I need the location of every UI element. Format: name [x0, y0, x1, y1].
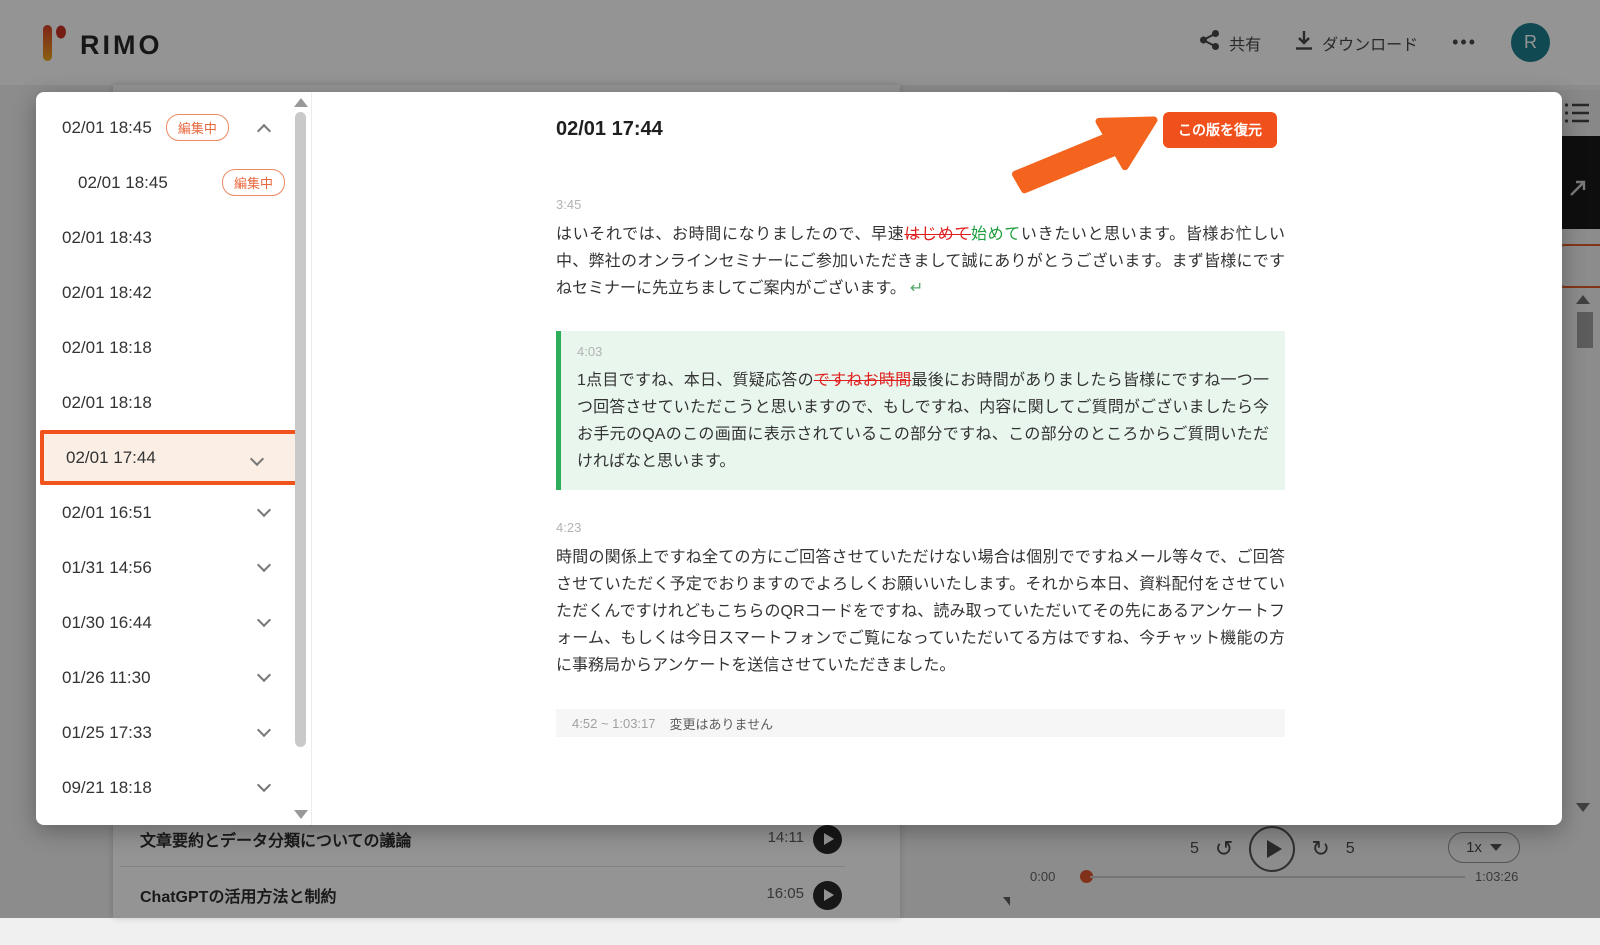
annotation-arrow-icon — [1012, 114, 1162, 199]
version-item-selected[interactable]: 02/01 17:44 — [40, 430, 300, 485]
chevron-down-icon[interactable] — [257, 503, 271, 517]
no-changes-bar: 4:52 ~ 1:03:17 変更はありません — [556, 709, 1285, 737]
return-mark-icon: ↵ — [910, 280, 923, 297]
version-preview: この版を復元 02/01 17:44 3:45 はいそれでは、お時間になりました… — [312, 92, 1562, 825]
version-time: 02/01 18:45 — [62, 118, 152, 138]
version-item[interactable]: 01/26 11:30 — [36, 650, 311, 705]
version-item[interactable]: 01/31 14:56 — [36, 540, 311, 595]
scrollbar-down-arrow[interactable] — [294, 810, 308, 819]
version-item[interactable]: 02/01 18:45 編集中 — [36, 155, 311, 210]
version-item[interactable]: 02/01 18:45 編集中 — [36, 100, 311, 155]
version-time: 01/26 11:30 — [62, 668, 151, 688]
version-item[interactable]: 02/01 18:43 — [36, 210, 311, 265]
version-item[interactable]: 09/21 18:18 — [36, 760, 311, 815]
deleted-text: はじめて — [904, 226, 971, 243]
time-range: 4:52 ~ 1:03:17 — [572, 716, 656, 731]
chevron-down-icon[interactable] — [250, 452, 264, 466]
version-list-scrollbar[interactable] — [293, 96, 309, 820]
version-item[interactable]: 02/01 18:18 — [36, 375, 311, 430]
version-list: 02/01 18:45 編集中 02/01 18:45 編集中 02/01 18… — [36, 92, 312, 825]
scrollbar-up-arrow[interactable] — [294, 98, 308, 107]
deleted-text: ですねお時間 — [814, 372, 912, 389]
text-segment: はいそれでは、お時間になりましたので、早速 — [556, 226, 904, 243]
chevron-down-icon[interactable] — [257, 668, 271, 682]
paragraph-timestamp: 4:23 — [556, 520, 1285, 535]
version-time: 01/31 14:56 — [62, 558, 152, 578]
chevron-down-icon[interactable] — [257, 778, 271, 792]
inserted-text: 始めて — [971, 226, 1021, 243]
highlighted-paragraph-block: 4:03 1点目ですね、本日、質疑応答のですねお時間最後にお時間がありましたら皆… — [556, 331, 1285, 490]
version-time: 01/30 16:44 — [62, 613, 152, 633]
version-time: 01/25 17:33 — [62, 723, 152, 743]
editing-badge: 編集中 — [222, 169, 285, 196]
version-time: 02/01 18:42 — [62, 283, 152, 303]
chevron-down-icon[interactable] — [257, 723, 271, 737]
version-time: 02/01 17:44 — [66, 448, 156, 468]
version-title: 02/01 17:44 — [556, 118, 1285, 141]
version-time: 02/01 18:43 — [62, 228, 152, 248]
version-item[interactable]: 02/01 16:51 — [36, 485, 311, 540]
version-item[interactable]: 02/01 18:18 — [36, 320, 311, 375]
scrollbar-thumb[interactable] — [295, 112, 306, 747]
version-item[interactable]: 01/25 17:33 — [36, 705, 311, 760]
chevron-down-icon[interactable] — [257, 558, 271, 572]
version-time: 02/01 18:18 — [62, 338, 152, 358]
transcript-paragraph: 時間の関係上ですね全ての方にご回答させていただけない場合は個別でですねメール等々… — [556, 544, 1285, 679]
paragraph-timestamp: 4:03 — [577, 344, 1269, 359]
version-item[interactable]: 02/01 18:42 — [36, 265, 311, 320]
chevron-down-icon[interactable] — [257, 613, 271, 627]
version-time: 02/01 18:18 — [62, 393, 152, 413]
paragraph-timestamp: 3:45 — [556, 197, 1285, 212]
version-history-modal: 02/01 18:45 編集中 02/01 18:45 編集中 02/01 18… — [36, 92, 1562, 825]
chevron-up-icon[interactable] — [257, 124, 271, 138]
transcript-paragraph: 1点目ですね、本日、質疑応答のですねお時間最後にお時間がありましたら皆様にですね… — [577, 367, 1269, 475]
editing-badge: 編集中 — [166, 114, 229, 141]
text-segment: 1点目ですね、本日、質疑応答の — [577, 372, 814, 389]
no-changes-label: 変更はありません — [670, 714, 774, 733]
transcript-paragraph: はいそれでは、お時間になりましたので、早速はじめて始めていきたいと思います。皆様… — [556, 221, 1285, 302]
version-item[interactable]: 01/30 16:44 — [36, 595, 311, 650]
version-time: 02/01 18:45 — [78, 173, 168, 193]
version-time: 09/21 18:18 — [62, 778, 152, 798]
version-time: 02/01 16:51 — [62, 503, 152, 523]
